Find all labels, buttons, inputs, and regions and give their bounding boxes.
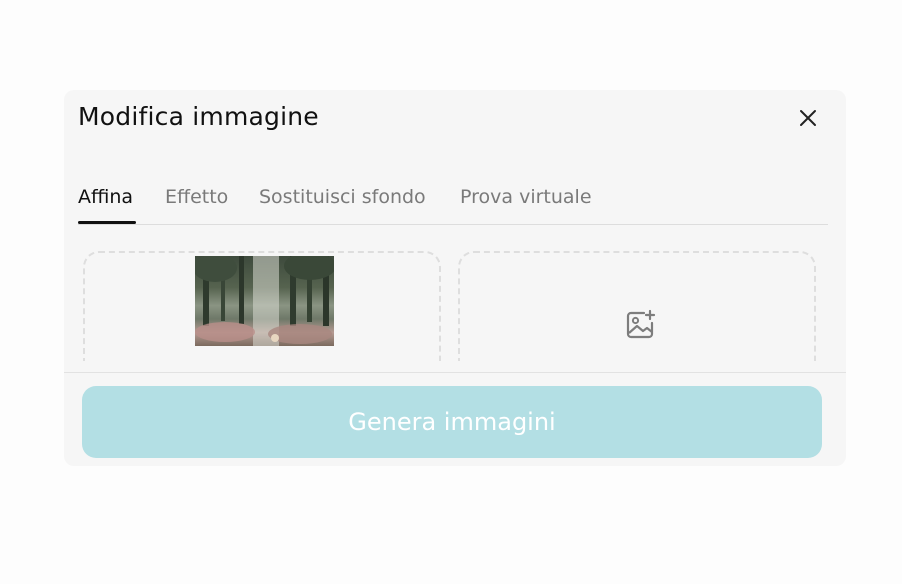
add-image-icon [626,309,656,339]
tab-effetto[interactable]: Effetto [165,186,228,208]
generate-images-button[interactable]: Genera immagini [82,386,822,458]
tab-affina[interactable]: Affina [78,186,133,208]
edit-image-dialog: Modifica immagine Affina Effetto Sostitu… [64,90,846,466]
source-image-thumbnail[interactable] [195,256,334,346]
close-button[interactable] [794,104,822,132]
tab-bar: Affina Effetto Sostituisci sfondo Prova … [78,182,828,225]
reference-image-dropzone[interactable] [458,251,816,361]
tab-prova-virtuale[interactable]: Prova virtuale [460,186,592,208]
active-tab-indicator [78,221,136,224]
footer-divider [64,372,846,373]
source-image-dropzone[interactable] [83,251,441,361]
forest-scene-image [195,256,334,346]
close-icon [800,110,816,126]
tab-sostituisci-sfondo[interactable]: Sostituisci sfondo [259,186,426,208]
dialog-title: Modifica immagine [78,102,319,131]
